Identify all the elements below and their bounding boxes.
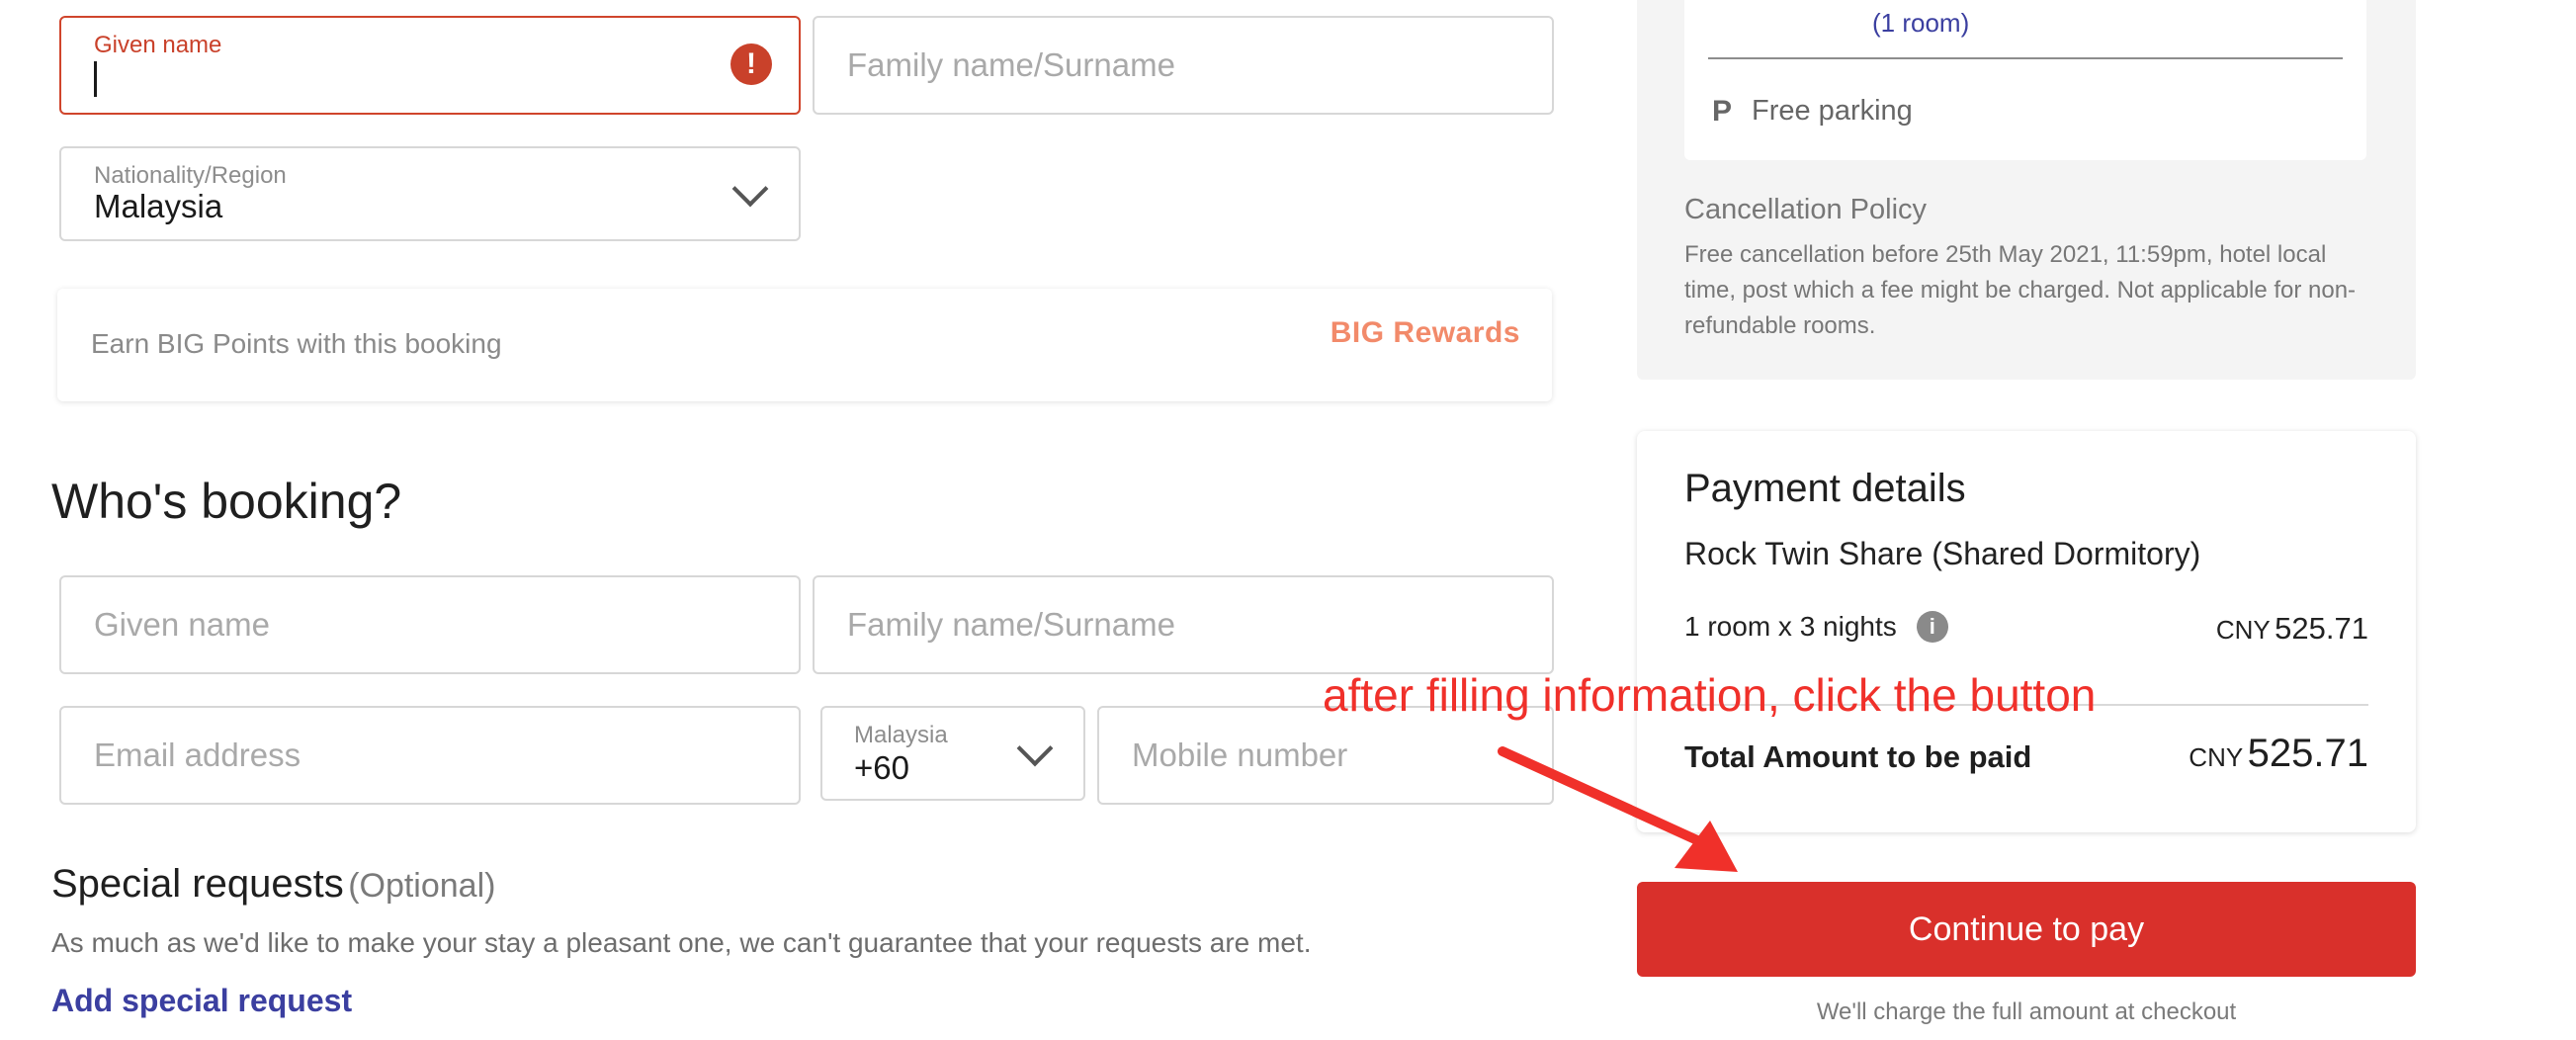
line-currency: CNY: [2215, 615, 2271, 645]
nationality-value: Malaysia: [94, 188, 223, 224]
big-rewards-logo-text: BIG Rewards: [1330, 316, 1520, 349]
booker-given-name-placeholder: Given name: [94, 606, 270, 643]
text-cursor: [94, 61, 97, 97]
mobile-placeholder: Mobile number: [1132, 737, 1348, 773]
booking-title: Who's booking?: [51, 474, 402, 529]
chevron-down-icon: [1016, 730, 1054, 767]
cancellation-title: Cancellation Policy: [1684, 194, 1928, 225]
annotation-text: after filling information, click the but…: [1323, 669, 2097, 721]
family-name-placeholder: Family name/Surname: [847, 46, 1175, 83]
nationality-select[interactable]: Nationality/Region Malaysia: [59, 146, 801, 241]
country-label: Malaysia: [854, 722, 948, 748]
booking-summary-panel: (1 room) P Free parking Cancellation Pol…: [1637, 0, 2416, 380]
parking-text: Free parking: [1752, 95, 1913, 127]
family-name-field[interactable]: Family name/Surname: [813, 16, 1554, 115]
given-name-field[interactable]: Given name !: [59, 16, 801, 115]
rewards-card: Earn BIG Points with this booking BIG Re…: [57, 289, 1552, 401]
room-summary-card: (1 room) P Free parking: [1684, 0, 2366, 160]
parking-icon: P: [1712, 95, 1733, 128]
summary-divider: [1708, 57, 2343, 59]
booker-family-name-placeholder: Family name/Surname: [847, 606, 1175, 643]
chevron-down-icon: [731, 170, 769, 208]
total-amount-value: 525.71: [2247, 732, 2368, 775]
country-code-select[interactable]: Malaysia +60: [820, 706, 1085, 801]
country-code-value: +60: [854, 749, 909, 786]
room-name: Rock Twin Share (Shared Dormitory): [1684, 536, 2201, 571]
total-currency: CNY: [2189, 742, 2244, 772]
add-special-request-link[interactable]: Add special request: [51, 983, 352, 1019]
special-requests-heading: Special requests (Optional): [51, 862, 495, 907]
email-input[interactable]: Email address: [59, 706, 801, 805]
line-amount-value: 525.71: [2275, 611, 2368, 646]
booker-family-name-input[interactable]: Family name/Surname: [813, 575, 1554, 674]
email-placeholder: Email address: [94, 737, 301, 773]
nights-row: 1 room x 3 nights i: [1684, 611, 1948, 643]
big-rewards-logo: BIG Rewards: [1331, 316, 1520, 350]
info-icon[interactable]: i: [1916, 611, 1948, 643]
error-icon: !: [730, 43, 772, 85]
charge-note: We'll charge the full amount at checkout: [1816, 998, 2237, 1025]
total-amount: CNY 525.71: [2189, 732, 2368, 776]
special-requests-description: As much as we'd like to make your stay a…: [51, 927, 1312, 958]
nights-label: 1 room x 3 nights: [1684, 611, 1897, 642]
special-requests-optional: (Optional): [348, 867, 496, 905]
rewards-text: Earn BIG Points with this booking: [91, 328, 502, 359]
line-amount: CNY 525.71: [2216, 611, 2368, 647]
special-requests-title: Special requests: [51, 862, 344, 906]
cancellation-text: Free cancellation before 25th May 2021, …: [1684, 241, 2357, 339]
payment-title: Payment details: [1684, 467, 1966, 510]
booker-given-name-input[interactable]: Given name: [59, 575, 801, 674]
rooms-note: (1 room): [1872, 8, 1970, 38]
annotation-arrow-icon: [1498, 746, 1738, 872]
continue-to-pay-button[interactable]: Continue to pay: [1637, 882, 2416, 977]
nationality-label: Nationality/Region: [94, 162, 287, 189]
given-name-label: Given name: [94, 32, 222, 58]
